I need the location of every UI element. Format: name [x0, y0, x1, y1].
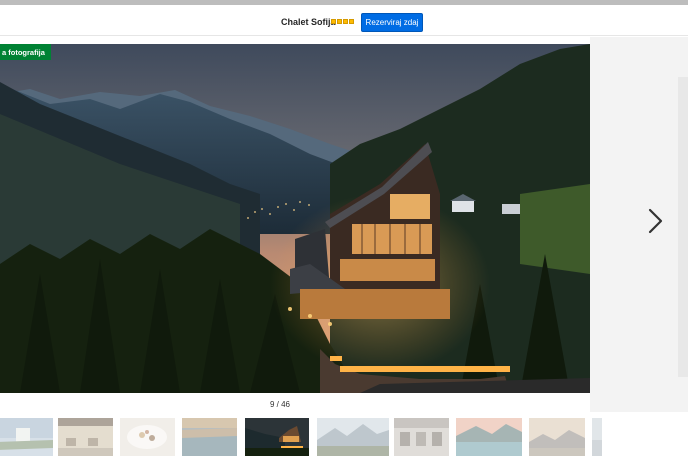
photo-counter: 9 / 46 [269, 400, 290, 409]
thumbnail-plated-dessert[interactable] [120, 418, 175, 456]
thumbnail-strip [0, 418, 602, 456]
star-icon [349, 19, 354, 24]
thumbnail-mountain-view[interactable] [317, 418, 389, 456]
thumbnail-lake-sunset[interactable] [456, 418, 522, 456]
next-photo-preview [590, 37, 688, 412]
thumbnail-pool-deck[interactable] [182, 418, 237, 456]
thumbnail-dining-room[interactable] [394, 418, 449, 456]
main-photo[interactable] [0, 44, 590, 393]
reserve-now-button[interactable]: Rezerviraj zdaj [361, 13, 423, 32]
thumbnail-terrace-tables[interactable] [58, 418, 113, 456]
thumbnail-chalet-night-active[interactable] [245, 418, 309, 456]
thumbnail-lake-village[interactable] [0, 418, 53, 456]
next-photo-button[interactable] [644, 206, 668, 236]
chevron-right-icon [648, 208, 663, 234]
star-icon [337, 19, 342, 24]
gallery-header: Chalet Sofija Rezerviraj zdaj [0, 5, 688, 36]
thumbnail-mountain-panorama[interactable] [529, 418, 585, 456]
star-icon [331, 19, 336, 24]
photo-category-badge: a fotografija [0, 44, 51, 60]
thumbnail-snowy-edge[interactable] [592, 418, 602, 456]
star-rating [331, 17, 354, 26]
hotel-name: Chalet Sofija [281, 17, 336, 27]
star-icon [343, 19, 348, 24]
